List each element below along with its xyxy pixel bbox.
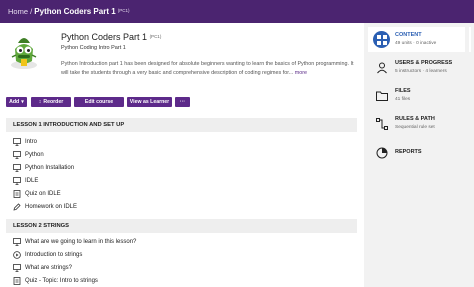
quiz-icon (13, 277, 21, 285)
sidebar-item-sub: 49 units · 0 inactive (395, 41, 437, 46)
breadcrumb: Home / Python Coders Part 1 (PC1) (8, 7, 130, 16)
course-description: Python Introduction part 1 has been desi… (61, 60, 356, 78)
course-subtitle: Python Coding Intro Part 1 (61, 45, 126, 51)
add-label: Add (9, 99, 20, 105)
breadcrumb-code: (PC1) (117, 8, 130, 13)
sidebar-item-sub: 5 instructors · 4 learners (395, 69, 447, 74)
list-item-label: Introduction to strings (25, 252, 83, 258)
sidebar-item-title: RULES & PATH (395, 116, 435, 122)
sidebar-item-reports[interactable]: REPORTS (368, 140, 471, 165)
pie-icon (373, 144, 390, 161)
list-item-label: IDLE (25, 178, 39, 184)
list-item[interactable]: IDLE (13, 176, 38, 186)
more-link[interactable]: more (295, 70, 307, 76)
list-item-label: What are strings? (25, 265, 73, 271)
play-icon (13, 251, 21, 259)
list-item[interactable]: Quiz - Topic: Intro to strings (13, 276, 98, 286)
list-item[interactable]: Introduction to strings (13, 250, 82, 260)
presentation-icon (13, 138, 21, 146)
course-code: (PC1) (149, 34, 162, 39)
edit-course-button[interactable]: Edit course (74, 97, 124, 107)
reorder-button[interactable]: ↕ Reorder (31, 97, 71, 107)
presentation-icon (13, 177, 21, 185)
top-bar: Home / Python Coders Part 1 (PC1) (0, 0, 474, 23)
course-description-text: Python Introduction part 1 has been desi… (61, 61, 354, 76)
list-item[interactable]: Homework on IDLE (13, 202, 77, 212)
list-item-label: Intro (25, 139, 38, 145)
presentation-icon (13, 151, 21, 159)
course-title-text: Python Coders Part 1 (61, 32, 148, 42)
presentation-icon (13, 238, 21, 246)
folder-icon (373, 87, 390, 104)
sidebar-item-content[interactable]: CONTENT 49 units · 0 inactive (368, 27, 471, 52)
list-item[interactable]: What are strings? (13, 263, 72, 273)
breadcrumb-separator: / (30, 7, 33, 16)
sidebar-item-title: FILES (395, 88, 411, 94)
main-panel: Python Coders Part 1 (PC1) Python Coding… (0, 23, 364, 287)
presentation-icon (13, 164, 21, 172)
view-as-learner-button[interactable]: View as Learner (127, 97, 172, 107)
scrollbar[interactable] (465, 23, 469, 287)
list-item[interactable]: Python (13, 150, 44, 160)
grid-icon (373, 31, 390, 48)
sidebar-item-files[interactable]: FILES 41 files (368, 83, 471, 108)
sidebar-item-title: CONTENT (395, 32, 422, 38)
breadcrumb-current: Python Coders Part 1 (34, 7, 116, 16)
lesson-header[interactable]: LESSON 1 INTRODUCTION AND SET UP (6, 118, 357, 132)
course-sidebar: CONTENT 49 units · 0 inactive USERS & PR… (364, 23, 474, 287)
breadcrumb-home[interactable]: Home (8, 7, 28, 16)
reorder-icon: ↕ (38, 99, 42, 105)
quiz-icon (13, 190, 21, 198)
sidebar-item-title: USERS & PROGRESS (395, 60, 453, 66)
python-mascot-icon (11, 38, 37, 69)
list-item[interactable]: Intro (13, 137, 37, 147)
sidebar-item-users[interactable]: USERS & PROGRESS 5 instructors · 4 learn… (368, 55, 471, 80)
more-options-label: ··· (179, 99, 186, 105)
caret-down-icon: ▾ (21, 99, 24, 105)
edit-course-label: Edit course (84, 99, 114, 105)
add-button[interactable]: Add ▾ (6, 97, 27, 107)
list-item-label: Quiz - Topic: Intro to strings (25, 278, 98, 284)
list-item[interactable]: What are we going to learn in this lesso… (13, 237, 136, 247)
list-item[interactable]: Python Installation (13, 163, 74, 173)
view-as-learner-label: View as Learner (129, 99, 170, 105)
pencil-icon (13, 203, 21, 211)
list-item-label: Python (25, 152, 44, 158)
users-icon (373, 59, 390, 76)
more-options-button[interactable]: ··· (175, 97, 190, 107)
course-title: Python Coders Part 1 (PC1) (61, 32, 161, 42)
list-item-label: Quiz on IDLE (25, 191, 61, 197)
lesson-header[interactable]: LESSON 2 STRINGS (6, 219, 357, 233)
presentation-icon (13, 264, 21, 272)
sidebar-item-rules[interactable]: RULES & PATH Sequential rule set (368, 111, 471, 136)
sidebar-item-sub: 41 files (395, 97, 411, 102)
path-icon (373, 115, 390, 132)
list-item-label: What are we going to learn in this lesso… (25, 239, 137, 245)
list-item[interactable]: Quiz on IDLE (13, 189, 61, 199)
list-item-label: Python Installation (25, 165, 75, 171)
reorder-label: Reorder (43, 99, 64, 105)
sidebar-item-title: REPORTS (395, 149, 422, 155)
list-item-label: Homework on IDLE (25, 204, 78, 210)
sidebar-item-sub: Sequential rule set (395, 125, 435, 130)
